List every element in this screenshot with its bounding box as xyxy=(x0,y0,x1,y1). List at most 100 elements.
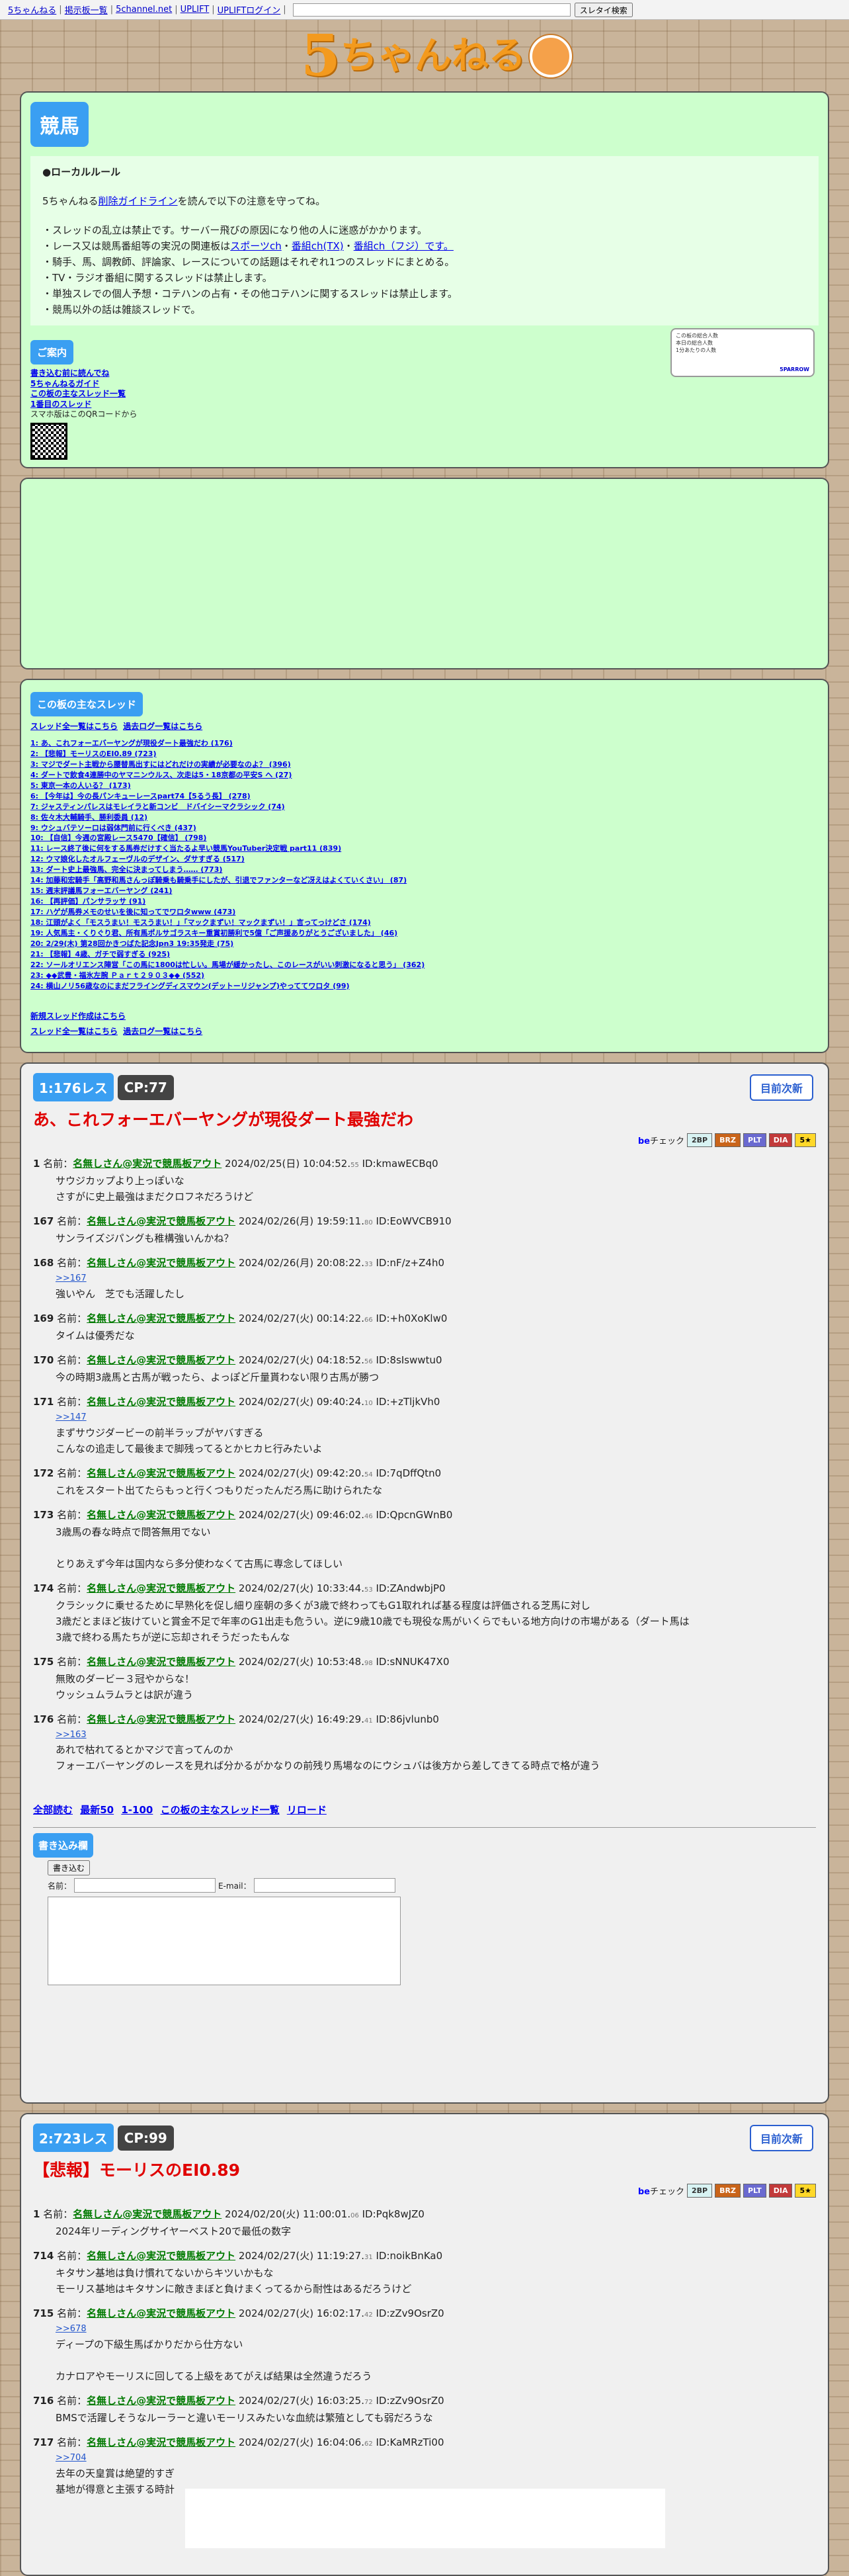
thread-list-item[interactable]: 10: 【自信】今週の宮殿レース5470【確信】 (798) xyxy=(30,833,819,843)
poster-name[interactable]: 名無しさん@実況で競馬板アウト xyxy=(87,1467,235,1479)
be-check-label[interactable]: beチェック xyxy=(638,1134,684,1146)
email-field[interactable] xyxy=(253,1878,395,1893)
poster-id[interactable]: ID:QpcnGWnB0 xyxy=(376,1509,453,1521)
post-number[interactable]: 717 xyxy=(33,2436,54,2448)
stats-link[interactable]: 5PARROW xyxy=(780,366,809,373)
be-tag-star[interactable]: 5★ xyxy=(795,2184,816,2198)
poster-id[interactable]: ID:Pqk8wJZ0 xyxy=(362,2208,425,2220)
archive-link[interactable]: 過去ログ一覧はこちら xyxy=(123,722,202,731)
range-1-100-link[interactable]: 1-100 xyxy=(121,1804,153,1816)
thread-list-item[interactable]: 3: マジでダート主戦から腰替馬出すにはどれだけの実績が必要なのよ？ (396) xyxy=(30,759,819,770)
read-all-link[interactable]: 全部読む xyxy=(33,1804,73,1816)
nav-link-5ch[interactable]: 5ちゃんねる xyxy=(8,3,56,16)
thread-list-item[interactable]: 4: ダートで飲食4連勝中のヤマニンウルス、次走は5・18京都の平安S へ (2… xyxy=(30,770,819,781)
post-number[interactable]: 715 xyxy=(33,2307,54,2319)
poster-id[interactable]: ID:zZv9OsrZ0 xyxy=(376,2395,444,2407)
sports-ch-link[interactable]: スポーツch xyxy=(230,240,281,252)
poster-id[interactable]: ID:EoWVCB910 xyxy=(376,1215,452,1227)
thread-list-item[interactable]: 19: 人気馬主・くりぐり君、所有馬ポルサゴラスキー重賞初勝利で5億「ご声援あり… xyxy=(30,928,819,939)
nav-link-board-list[interactable]: 掲示板一覧 xyxy=(65,3,108,16)
poster-name[interactable]: 名無しさん@実況で競馬板アウト xyxy=(87,2395,235,2407)
poster-id[interactable]: ID:noikBnKa0 xyxy=(376,2250,443,2262)
poster-id[interactable]: ID:sNNUK47X0 xyxy=(376,1656,450,1668)
tv-tx-link[interactable]: 番組ch(TX) xyxy=(292,240,344,252)
post-number[interactable]: 175 xyxy=(33,1656,54,1668)
archive-link[interactable]: 過去ログ一覧はこちら xyxy=(123,1027,202,1036)
post-number[interactable]: 170 xyxy=(33,1354,54,1366)
reply-anchor-link[interactable]: >>704 xyxy=(56,2452,816,2466)
thread-list-item[interactable]: 14: 加藤和宏騎手「高野和馬さんっぽ騎乗も騎乗手にしたが、引退でファンターなど… xyxy=(30,875,819,886)
all-threads-link[interactable]: スレッド全一覧はこちら xyxy=(30,722,118,731)
thread-list-item[interactable]: 15: 週末評議馬フォーエバーヤング (241) xyxy=(30,886,819,896)
reply-anchor-link[interactable]: >>167 xyxy=(56,1272,816,1286)
poster-name[interactable]: 名無しさん@実況で競馬板アウト xyxy=(87,1312,235,1324)
poster-id[interactable]: ID:86jvlunb0 xyxy=(376,1713,439,1725)
poster-id[interactable]: ID:zZv9OsrZ0 xyxy=(376,2307,444,2319)
submit-post-button[interactable]: 書き込む xyxy=(48,1860,91,1876)
poster-name[interactable]: 名無しさん@実況で競馬板アウト xyxy=(73,2208,222,2220)
reply-anchor-link[interactable]: >>678 xyxy=(56,2323,816,2337)
thread-list-item[interactable]: 9: ウシュバテソーロは弱体門前に行くべき (437) xyxy=(30,823,819,834)
poster-name[interactable]: 名無しさん@実況で競馬板アウト xyxy=(87,2307,235,2319)
all-threads-link[interactable]: スレッド全一覧はこちら xyxy=(30,1027,118,1036)
message-textarea[interactable] xyxy=(48,1897,401,1986)
thread-list-item[interactable]: 8: 佐々木大輔騎手、勝利委員 (12) xyxy=(30,812,819,823)
thread-list-item[interactable]: 23: ◆◆武豊・福氷左腕 Ｐａｒｔ２９０３◆◆ (552) xyxy=(30,970,819,981)
thread-index-link[interactable]: この板の主なスレッド一覧 xyxy=(161,1804,280,1816)
thread-title-search-button[interactable]: スレタイ検索 xyxy=(574,2,633,17)
thread-list-item[interactable]: 5: 東京一本の人いる？ (173) xyxy=(30,781,819,791)
poster-name[interactable]: 名無しさん@実況で競馬板アウト xyxy=(73,1158,222,1170)
thread-list-item[interactable]: 11: レース終了後に何をする馬券だけすく当たるよ早い競馬YouTuber決定戦… xyxy=(30,843,819,854)
post-number[interactable]: 1 xyxy=(33,2208,40,2220)
post-number[interactable]: 169 xyxy=(33,1312,54,1324)
reply-anchor-link[interactable]: >>163 xyxy=(56,1729,816,1742)
guide-link[interactable]: 1番目のスレッド xyxy=(30,400,819,410)
tv-fuji-link[interactable]: 番組ch（フジ）です。 xyxy=(354,240,454,252)
thread-list-item[interactable]: 17: ハゲが馬券メモのせいを後に知ってでワロタwww (473) xyxy=(30,907,819,918)
be-tag-2bp[interactable]: 2BP xyxy=(687,1133,713,1147)
poster-id[interactable]: ID:nF/z+Z4h0 xyxy=(376,1257,445,1269)
thread-nav-button[interactable]: 目前次新 xyxy=(749,2125,813,2151)
post-number[interactable]: 176 xyxy=(33,1713,54,1725)
guide-link[interactable]: この板の主なスレッド一覧 xyxy=(30,389,819,400)
poster-name[interactable]: 名無しさん@実況で競馬板アウト xyxy=(87,1656,235,1668)
thread-title[interactable]: 【悲報】モーリスのEI0.89 xyxy=(33,2157,816,2181)
thread-list-item[interactable]: 6: 【今年は】今の長パンキューレースpart74【5るう長】 (278) xyxy=(30,791,819,802)
post-number[interactable]: 167 xyxy=(33,1215,54,1227)
poster-id[interactable]: ID:+zTljkVh0 xyxy=(376,1396,440,1408)
latest-50-link[interactable]: 最新50 xyxy=(80,1804,114,1816)
be-tag-dia[interactable]: DIA xyxy=(768,1133,793,1147)
deletion-guideline-link[interactable]: 削除ガイドライン xyxy=(99,195,178,207)
post-number[interactable]: 173 xyxy=(33,1509,54,1521)
poster-name[interactable]: 名無しさん@実況で競馬板アウト xyxy=(87,2436,235,2448)
be-tag-brz[interactable]: BRZ xyxy=(715,1133,741,1147)
new-thread-link[interactable]: 新規スレッド作成はこちら xyxy=(30,1011,126,1021)
thread-list-item[interactable]: 24: 横山ノリ56歳なのにまだフライングディスマウン(デットーリジャンプ)やっ… xyxy=(30,981,819,992)
post-number[interactable]: 171 xyxy=(33,1396,54,1408)
be-tag-star[interactable]: 5★ xyxy=(795,1133,816,1147)
name-field[interactable] xyxy=(74,1878,216,1893)
poster-name[interactable]: 名無しさん@実況で競馬板アウト xyxy=(87,1354,235,1366)
post-number[interactable]: 172 xyxy=(33,1467,54,1479)
thread-list-item[interactable]: 7: ジャスティンパレスはモレイラと新コンビ ドバイシーマクラシック (74) xyxy=(30,802,819,812)
thread-list-item[interactable]: 22: ソールオリエンス陣営「この馬に1800は忙しい。馬場が緩かったし、このレ… xyxy=(30,960,819,970)
poster-name[interactable]: 名無しさん@実況で競馬板アウト xyxy=(87,1257,235,1269)
poster-id[interactable]: ID:kmawECBq0 xyxy=(362,1158,438,1170)
res-count-badge[interactable]: 2:723レス xyxy=(33,2124,114,2152)
thread-title-search-input[interactable] xyxy=(292,3,571,17)
poster-name[interactable]: 名無しさん@実況で競馬板アウト xyxy=(87,2250,235,2262)
thread-list-item[interactable]: 2: 【悲報】モーリスのEI0.89 (723) xyxy=(30,749,819,759)
nav-link-uplift-login[interactable]: UPLIFTログイン xyxy=(218,3,281,16)
poster-id[interactable]: ID:ZAndwbjP0 xyxy=(376,1582,446,1594)
thread-nav-button[interactable]: 目前次新 xyxy=(749,1074,813,1101)
reply-anchor-link[interactable]: >>147 xyxy=(56,1411,816,1425)
nav-link-uplift[interactable]: UPLIFT xyxy=(181,5,210,15)
reload-link[interactable]: リロード xyxy=(287,1804,327,1816)
thread-list-item[interactable]: 20: 2/29(木) 第28回かきつばた記念Jpn3 19:35発走 (75) xyxy=(30,939,819,949)
poster-id[interactable]: ID:8sIswwtu0 xyxy=(376,1354,442,1366)
poster-name[interactable]: 名無しさん@実況で競馬板アウト xyxy=(87,1713,235,1725)
post-number[interactable]: 174 xyxy=(33,1582,54,1594)
be-tag-dia[interactable]: DIA xyxy=(768,2184,793,2198)
thread-list-item[interactable]: 1: あ、これフォーエバーヤングが現役ダート最強だわ (176) xyxy=(30,738,819,749)
thread-list-item[interactable]: 16: 【再評価】パンサラッサ (91) xyxy=(30,896,819,907)
